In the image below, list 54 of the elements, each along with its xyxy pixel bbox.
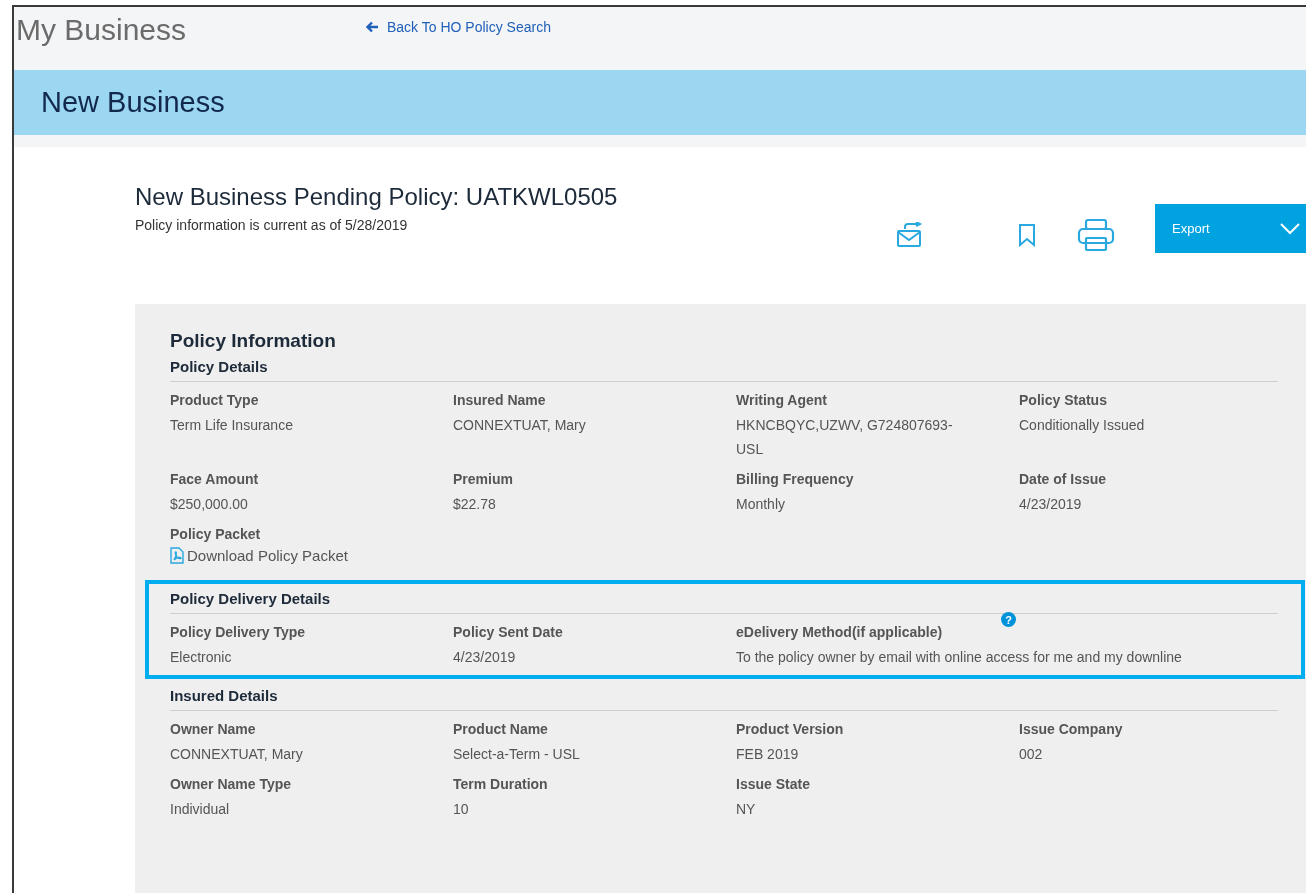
help-icon[interactable]: ? (1001, 612, 1016, 627)
app-title: My Business (15, 12, 188, 47)
field-label: Issue State (736, 776, 811, 792)
section-title: Policy Delivery Details (170, 590, 1278, 614)
pdf-icon (170, 547, 184, 564)
field-label: Product Version (736, 721, 845, 737)
field-value: 10 (453, 800, 470, 819)
field-value: $22.78 (453, 495, 497, 514)
bookmark-icon[interactable] (1017, 223, 1037, 247)
field-label: Face Amount (170, 471, 260, 487)
banner-title: New Business (41, 86, 225, 119)
panel-title: Policy Information (170, 330, 337, 352)
field-label: Writing Agent (736, 392, 828, 408)
field-label: Owner Name (170, 721, 257, 737)
field-value: Term Life Insurance (170, 416, 294, 435)
field-value: To the policy owner by email with online access for me and my downline (736, 648, 1183, 667)
field-label: Product Name (453, 721, 549, 737)
field-label: Product Type (170, 392, 260, 408)
field-value: Select-a-Term - USL (453, 745, 581, 764)
field-label: Insured Name (453, 392, 547, 408)
field-value: HKNCBQYC,UZWV, G724807693-USL (736, 416, 954, 459)
back-link[interactable]: Back To HO Policy Search (366, 19, 551, 35)
field-value: FEB 2019 (736, 745, 800, 764)
chevron-down-icon (1280, 222, 1300, 235)
field-label: Premium (453, 471, 514, 487)
field-label: Owner Name Type (170, 776, 293, 792)
field-label: Issue Company (1019, 721, 1124, 737)
printer-icon[interactable] (1077, 218, 1115, 252)
field-label: Billing Frequency (736, 471, 855, 487)
field-value: 4/23/2019 (453, 648, 517, 667)
field-value: CONNEXTUAT, Mary (453, 416, 587, 435)
field-label: Policy Packet (170, 526, 262, 542)
field-value: 002 (1019, 745, 1044, 764)
field-value: CONNEXTUAT, Mary (170, 745, 304, 764)
arrow-left-icon (366, 21, 379, 33)
email-forward-icon[interactable] (896, 222, 924, 248)
field-value: Electronic (170, 648, 233, 667)
section-title: Insured Details (170, 687, 1278, 711)
field-value: $250,000.00 (170, 495, 249, 514)
policy-subtitle: Policy information is current as of 5/28/2019 (135, 217, 409, 233)
field-value: NY (736, 800, 757, 819)
field-label: Term Duration (453, 776, 549, 792)
field-value: Conditionally Issued (1019, 416, 1146, 435)
field-label: Policy Delivery Type (170, 624, 307, 640)
field-label: Policy Status (1019, 392, 1108, 408)
field-label: Date of Issue (1019, 471, 1108, 487)
field-value: 4/23/2019 (1019, 495, 1083, 514)
download-link[interactable]: Download Policy Packet (170, 547, 348, 564)
field-value: Individual (170, 800, 231, 819)
field-value: Monthly (736, 495, 787, 514)
policy-title: New Business Pending Policy: UATKWL0505 (135, 183, 619, 211)
section-title: Policy Details (170, 358, 1278, 382)
field-label: eDelivery Method(if applicable) (736, 624, 944, 640)
field-label: Policy Sent Date (453, 624, 564, 640)
